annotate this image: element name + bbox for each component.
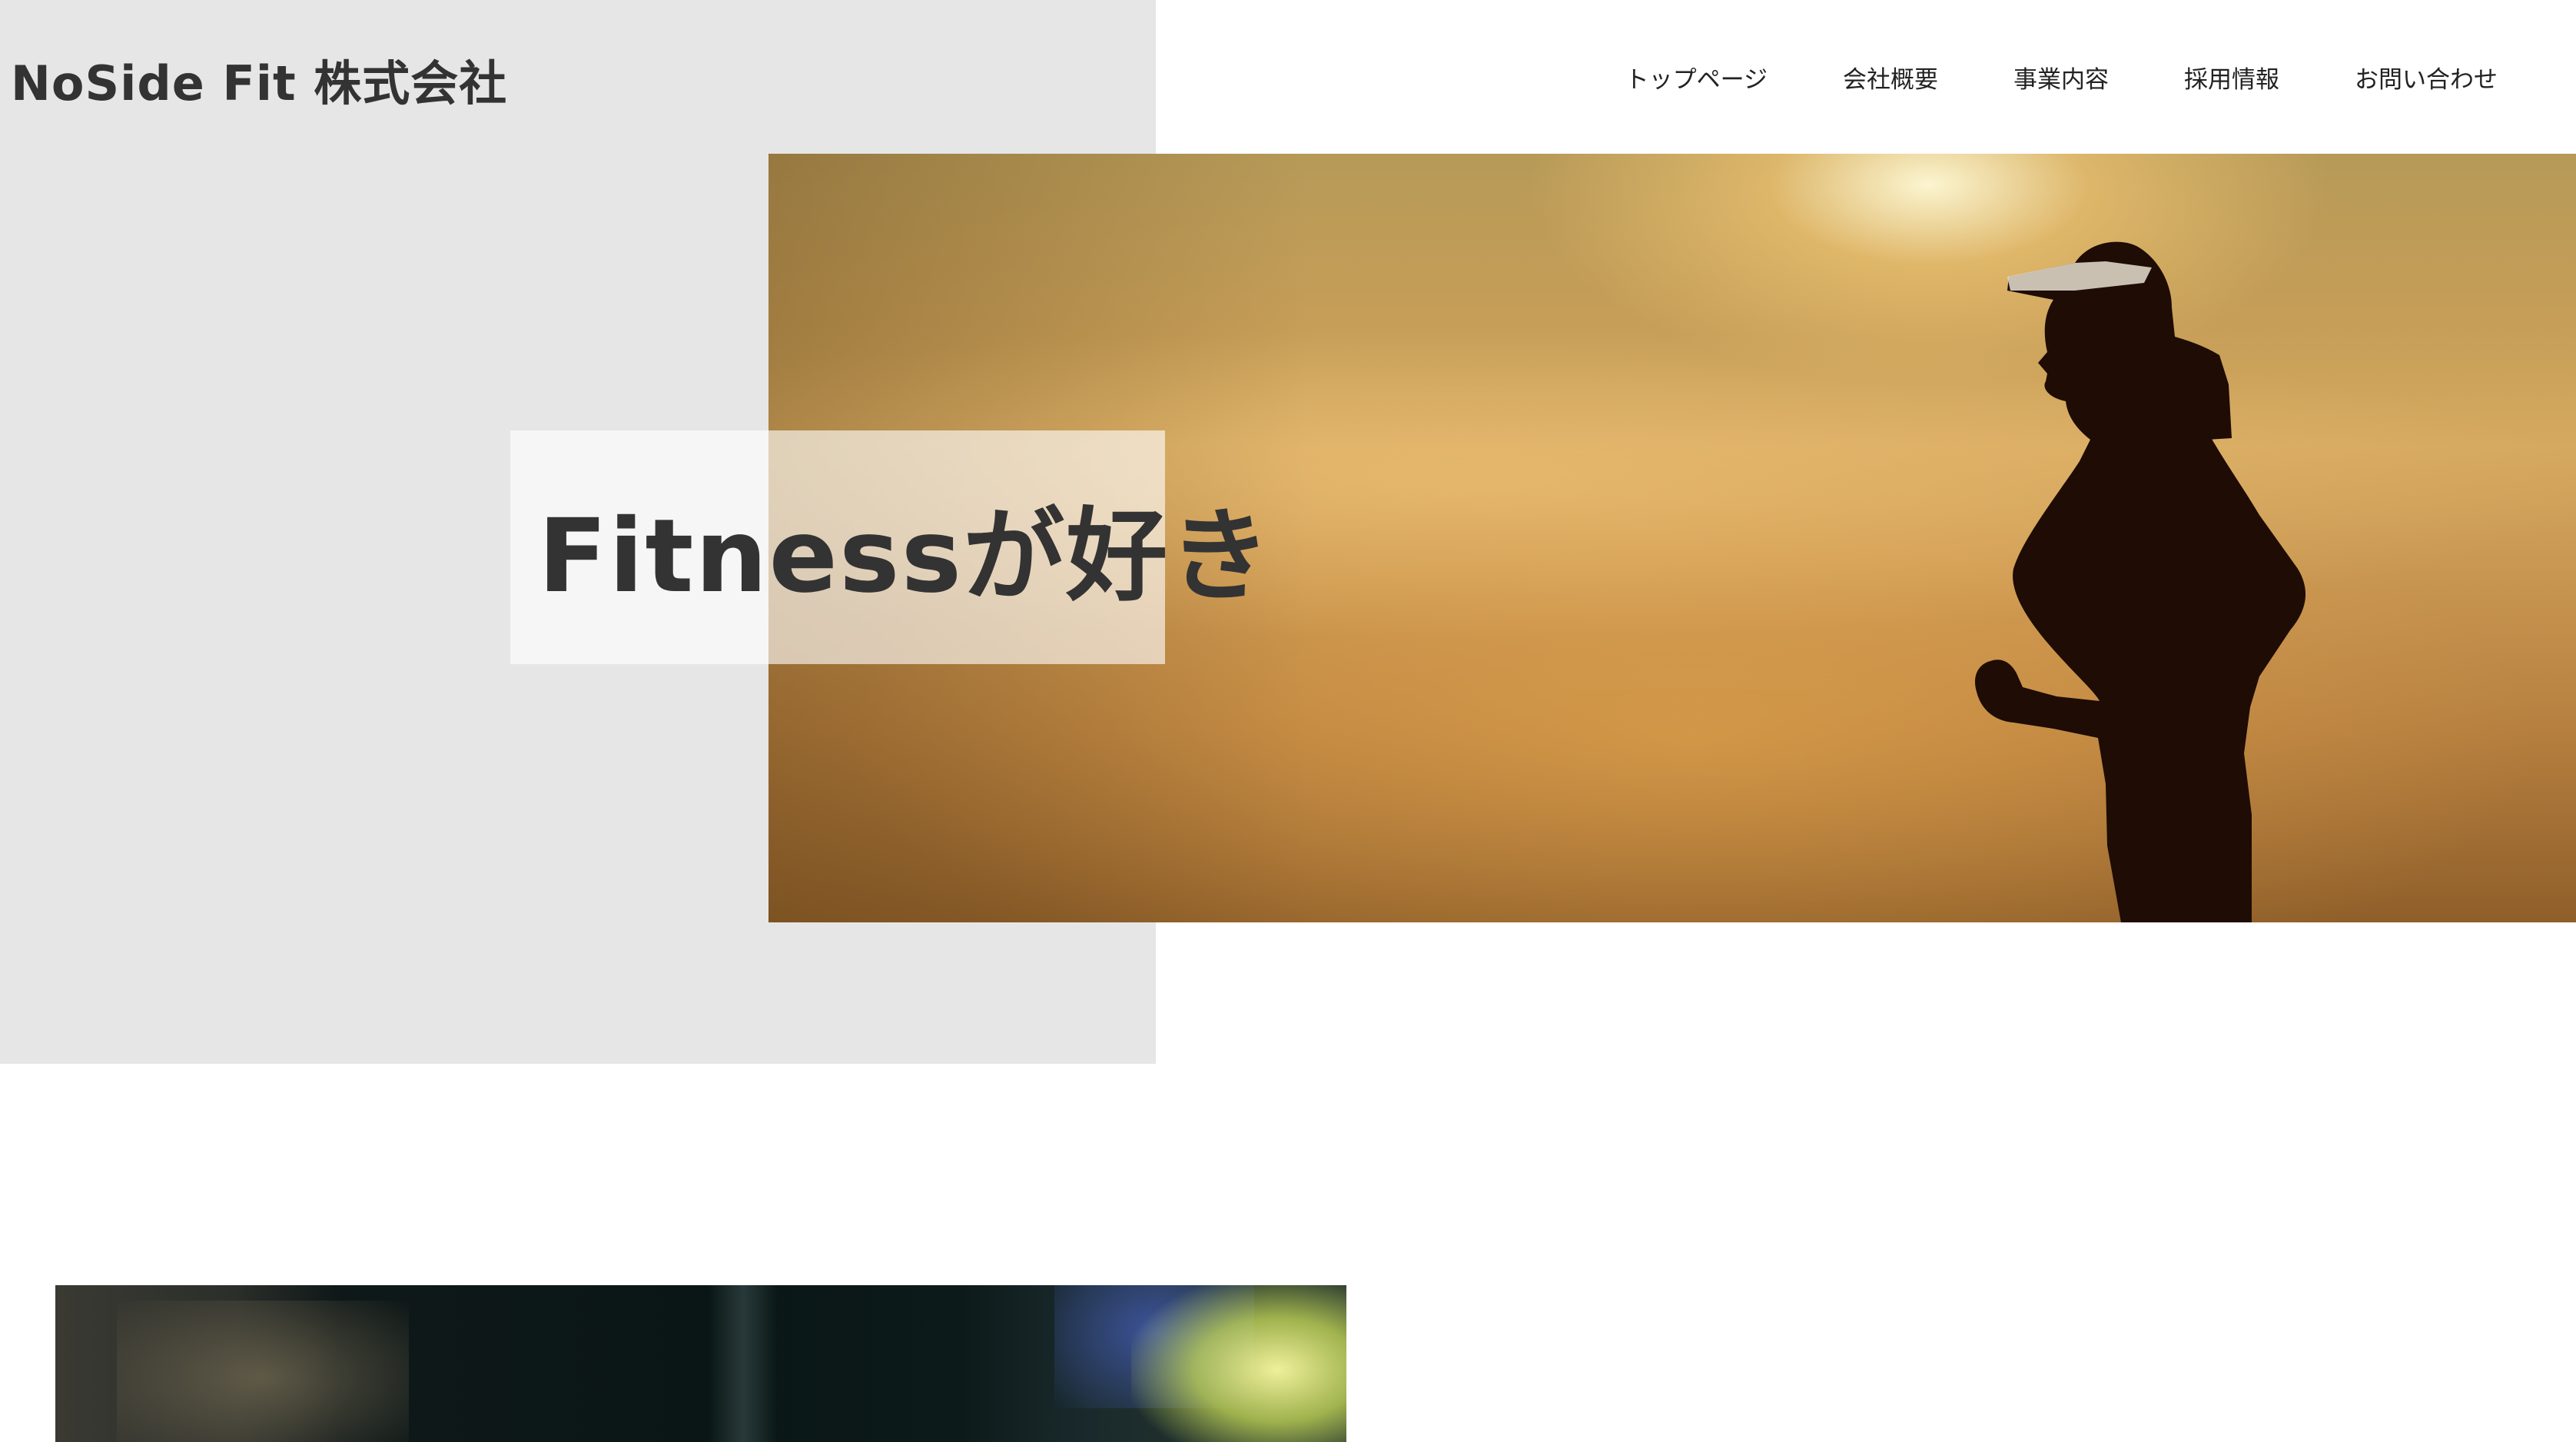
global-nav: トップページ 会社概要 事業内容 採用情報 お問い合わせ — [1625, 60, 2498, 95]
section-image-bokeh — [55, 1285, 1346, 1442]
hero-caption-box: Fitnessが好き — [510, 430, 1270, 664]
site-logo[interactable]: NoSide Fit 株式会社 — [11, 45, 507, 114]
nav-item-business[interactable]: 事業内容 — [2013, 60, 2109, 95]
bokeh-blur — [117, 1301, 409, 1442]
nav-item-company[interactable]: 会社概要 — [1843, 60, 1938, 95]
nav-item-recruit[interactable]: 採用情報 — [2184, 60, 2279, 95]
bokeh-blur — [1131, 1285, 1346, 1442]
nav-item-top[interactable]: トップページ — [1625, 60, 1768, 95]
nav-item-contact[interactable]: お問い合わせ — [2355, 60, 2498, 95]
hero-title: Fitnessが好き — [538, 497, 1273, 616]
bokeh-blur — [709, 1285, 778, 1442]
